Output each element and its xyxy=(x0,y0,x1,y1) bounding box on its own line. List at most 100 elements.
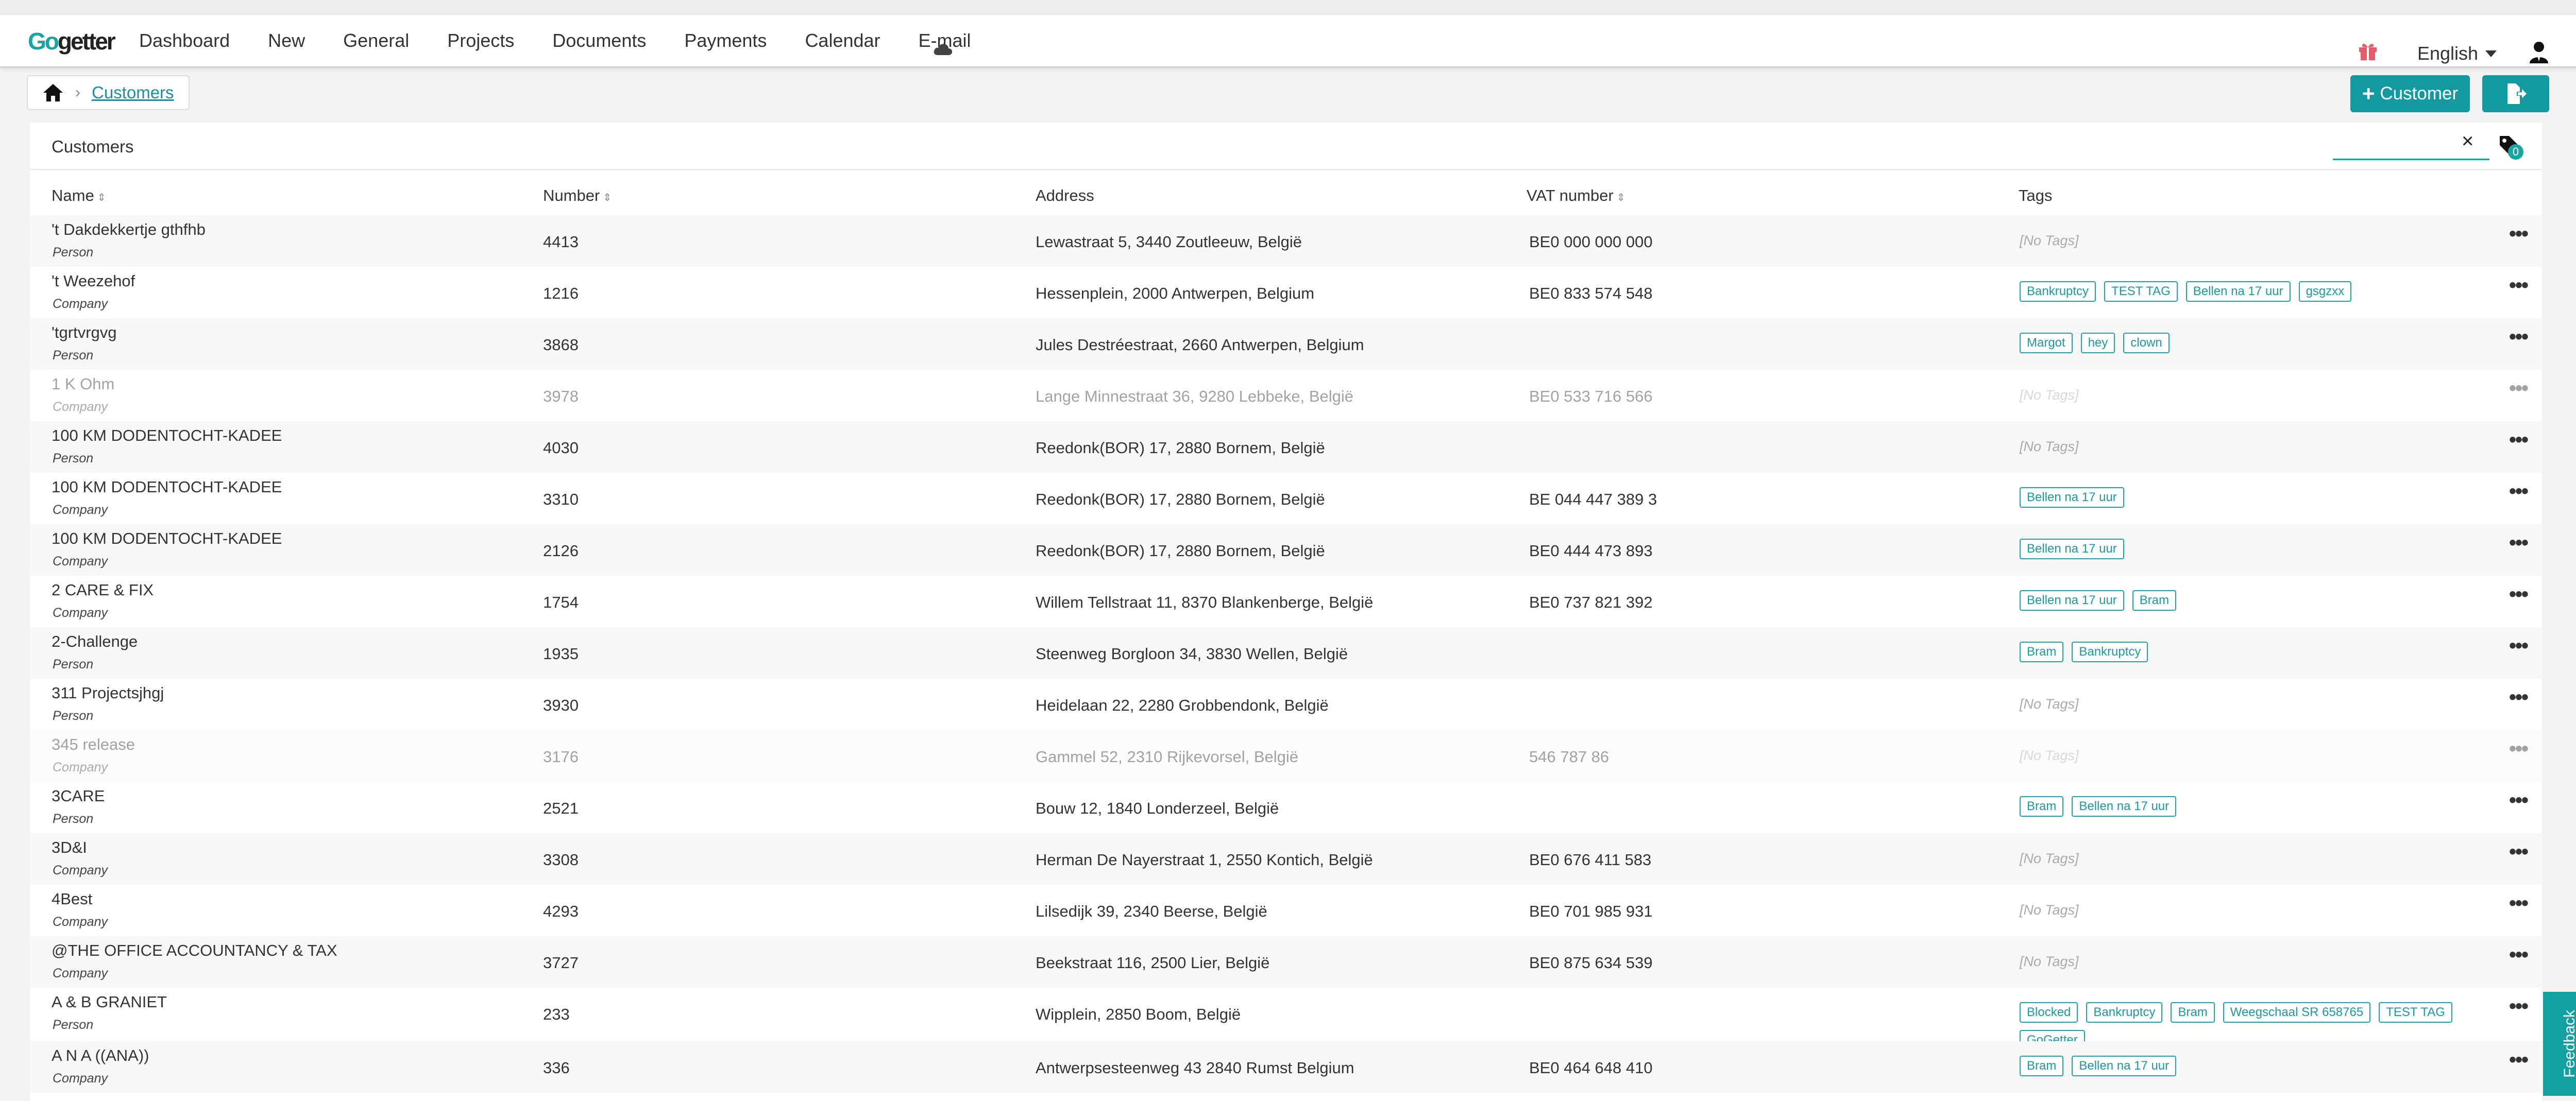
tag-badge[interactable]: Bellen na 17 uur xyxy=(2072,1056,2177,1076)
tag-badge[interactable]: Bankruptcy xyxy=(2086,1002,2163,1023)
more-options-icon[interactable]: ••• xyxy=(2509,428,2529,452)
customer-type: Company xyxy=(53,297,108,311)
more-options-icon[interactable]: ••• xyxy=(2509,325,2529,349)
customer-name[interactable]: 3D&I xyxy=(52,838,87,857)
tag-badge[interactable]: TEST TAG xyxy=(2104,281,2178,302)
nav-new[interactable]: New xyxy=(268,30,305,51)
tag-badge[interactable]: Bellen na 17 uur xyxy=(2020,590,2124,611)
tag-badge[interactable]: Blocked xyxy=(2020,1002,2078,1023)
nav-dashboard[interactable]: Dashboard xyxy=(139,30,230,51)
language-select[interactable]: English xyxy=(2417,43,2497,64)
cloud-icon[interactable] xyxy=(933,42,953,56)
add-customer-button[interactable]: + Customer xyxy=(2350,75,2470,112)
more-options-icon[interactable]: ••• xyxy=(2509,583,2529,606)
column-number-header[interactable]: Number ⇕ xyxy=(543,186,612,205)
tag-badge[interactable]: Bellen na 17 uur xyxy=(2185,281,2291,302)
customer-name[interactable]: A N A ((ANA)) xyxy=(52,1046,149,1065)
column-name-header[interactable]: Name ⇕ xyxy=(52,186,106,205)
more-options-icon[interactable]: ••• xyxy=(2509,634,2529,658)
feedback-tab[interactable]: Feedback xyxy=(2543,992,2576,1096)
more-options-icon[interactable]: ••• xyxy=(2509,840,2529,864)
customer-name[interactable]: 'tgrtvrgvg xyxy=(52,323,117,342)
user-icon[interactable] xyxy=(2529,41,2549,63)
tag-badge[interactable]: Bankruptcy xyxy=(2072,642,2148,662)
customer-name[interactable]: 100 KM DODENTOCHT-KADEE xyxy=(52,529,282,548)
table-row[interactable]: 311 Projectsjhgj Person 3930 Heidelaan 22, … xyxy=(30,679,2542,730)
nav-projects[interactable]: Projects xyxy=(447,30,514,51)
nav-documents[interactable]: Documents xyxy=(552,30,646,51)
more-options-icon[interactable]: ••• xyxy=(2509,480,2529,503)
nav-calendar[interactable]: Calendar xyxy=(805,30,880,51)
table-row[interactable]: A & B GRANIET Person 233 Wipplein, 2850 Boo… xyxy=(30,988,2542,1051)
customer-name[interactable]: 100 KM DODENTOCHT-KADEE xyxy=(52,478,282,496)
column-vat-header[interactable]: VAT number ⇕ xyxy=(1527,186,1625,205)
customer-name[interactable]: 't Dakdekkertje gthfhb xyxy=(52,220,206,239)
table-row[interactable]: 100 KM DODENTOCHT-KADEE Person 4030 Reedonk… xyxy=(30,421,2542,473)
panel-title: Customers xyxy=(52,137,134,156)
table-row[interactable]: 2 CARE & FIX Company 1754 Willem Tellstraat… xyxy=(30,576,2542,627)
customer-type: Company xyxy=(53,606,108,620)
customer-vat: BE0 701 985 931 xyxy=(1529,902,1653,920)
export-file-button[interactable] xyxy=(2482,75,2549,112)
table-row[interactable]: @THE OFFICE ACCOUNTANCY & TAX Company 3727… xyxy=(30,936,2542,988)
tag-badge[interactable]: Bram xyxy=(2020,796,2064,817)
customer-name[interactable]: 345 release xyxy=(52,735,135,754)
table-row[interactable]: 4Best Company 4293 Lilsedijk 39, 2340 Beers… xyxy=(30,885,2542,936)
table-row[interactable]: 3CARE Person 2521 Bouw 12, 1840 Londerzeel,… xyxy=(30,782,2542,833)
table-row[interactable]: 2-Challenge Person 1935 Steenweg Borgloon 3… xyxy=(30,627,2542,679)
tag-badge[interactable]: clown xyxy=(2123,333,2170,353)
customer-name[interactable]: 311 Projectsjhgj xyxy=(52,684,164,702)
customer-name[interactable]: 2-Challenge xyxy=(52,632,138,651)
customer-name[interactable]: A & B GRANIET xyxy=(52,993,167,1011)
more-options-icon[interactable]: ••• xyxy=(2509,737,2529,761)
more-options-icon[interactable]: ••• xyxy=(2509,1048,2529,1072)
customer-name[interactable]: 1 K Ohm xyxy=(52,375,114,393)
more-options-icon[interactable]: ••• xyxy=(2509,531,2529,555)
gift-icon[interactable] xyxy=(2358,41,2378,61)
table-row[interactable]: 3D&I Company 3308 Herman De Nayerstraat 1, … xyxy=(30,833,2542,885)
table-row[interactable]: A N A ((ANA)) Company 336 Antwerpsesteenweg… xyxy=(30,1041,2542,1093)
more-options-icon[interactable]: ••• xyxy=(2509,892,2529,915)
gogetter-logo[interactable]: Gogetter xyxy=(28,24,116,60)
customer-name[interactable]: 3CARE xyxy=(52,787,105,805)
tag-badge[interactable]: Bellen na 17 uur xyxy=(2020,539,2124,559)
table-row[interactable]: 100 KM DODENTOCHT-KADEE Company 2126 Reedon… xyxy=(30,524,2542,576)
tag-badge[interactable]: Bankruptcy xyxy=(2020,281,2096,302)
close-icon[interactable]: × xyxy=(2462,131,2473,151)
breadcrumb-customers-link[interactable]: Customers xyxy=(92,83,174,102)
table-row[interactable]: 100 KM DODENTOCHT-KADEE Company 3310 Reedon… xyxy=(30,473,2542,524)
tag-badge[interactable]: hey xyxy=(2080,333,2115,353)
tag-badge[interactable]: TEST TAG xyxy=(2379,1002,2452,1023)
table-row[interactable]: 345 release Company 3176 Gammel 52, 2310 Ri… xyxy=(30,730,2542,782)
column-tags-header: Tags xyxy=(2019,186,2053,204)
tag-badge[interactable]: gsgzxx xyxy=(2298,281,2352,302)
table-row[interactable]: 1 K Ohm Company 3978 Lange Minnestraat 36, … xyxy=(30,370,2542,421)
more-options-icon[interactable]: ••• xyxy=(2509,222,2529,246)
home-icon[interactable] xyxy=(42,83,64,102)
table-row[interactable]: 't Dakdekkertje gthfhb Person 4413 Lewastra… xyxy=(30,215,2542,267)
customer-name[interactable]: @THE OFFICE ACCOUNTANCY & TAX xyxy=(52,941,337,960)
table-row[interactable]: 'tgrtvrgvg Person 3868 Jules Destréestraat,… xyxy=(30,318,2542,370)
tag-badge[interactable]: Bellen na 17 uur xyxy=(2072,796,2177,817)
tag-badge[interactable]: Margot xyxy=(2020,333,2073,353)
tag-badge[interactable]: Weegschaal SR 658765 xyxy=(2223,1002,2371,1023)
more-options-icon[interactable]: ••• xyxy=(2509,274,2529,297)
tag-badge[interactable]: Bellen na 17 uur xyxy=(2020,487,2124,508)
customer-name[interactable]: 100 KM DODENTOCHT-KADEE xyxy=(52,426,282,445)
more-options-icon[interactable]: ••• xyxy=(2509,686,2529,709)
customer-tags: Bram Bellen na 17 uur xyxy=(2020,796,2494,824)
more-options-icon[interactable]: ••• xyxy=(2509,995,2529,1018)
customer-name[interactable]: 4Best xyxy=(52,890,92,908)
more-options-icon[interactable]: ••• xyxy=(2509,943,2529,967)
customer-name[interactable]: 't Weezehof xyxy=(52,272,135,290)
tag-badge[interactable]: Bram xyxy=(2132,590,2177,611)
more-options-icon[interactable]: ••• xyxy=(2509,377,2529,400)
nav-general[interactable]: General xyxy=(343,30,409,51)
tag-badge[interactable]: Bram xyxy=(2020,1056,2064,1076)
tag-badge[interactable]: Bram xyxy=(2171,1002,2215,1023)
tag-badge[interactable]: Bram xyxy=(2020,642,2064,662)
more-options-icon[interactable]: ••• xyxy=(2509,789,2529,812)
customer-name[interactable]: 2 CARE & FIX xyxy=(52,581,154,599)
table-row[interactable]: 't Weezehof Company 1216 Hessenplein, 2000 … xyxy=(30,267,2542,318)
nav-payments[interactable]: Payments xyxy=(684,30,767,51)
